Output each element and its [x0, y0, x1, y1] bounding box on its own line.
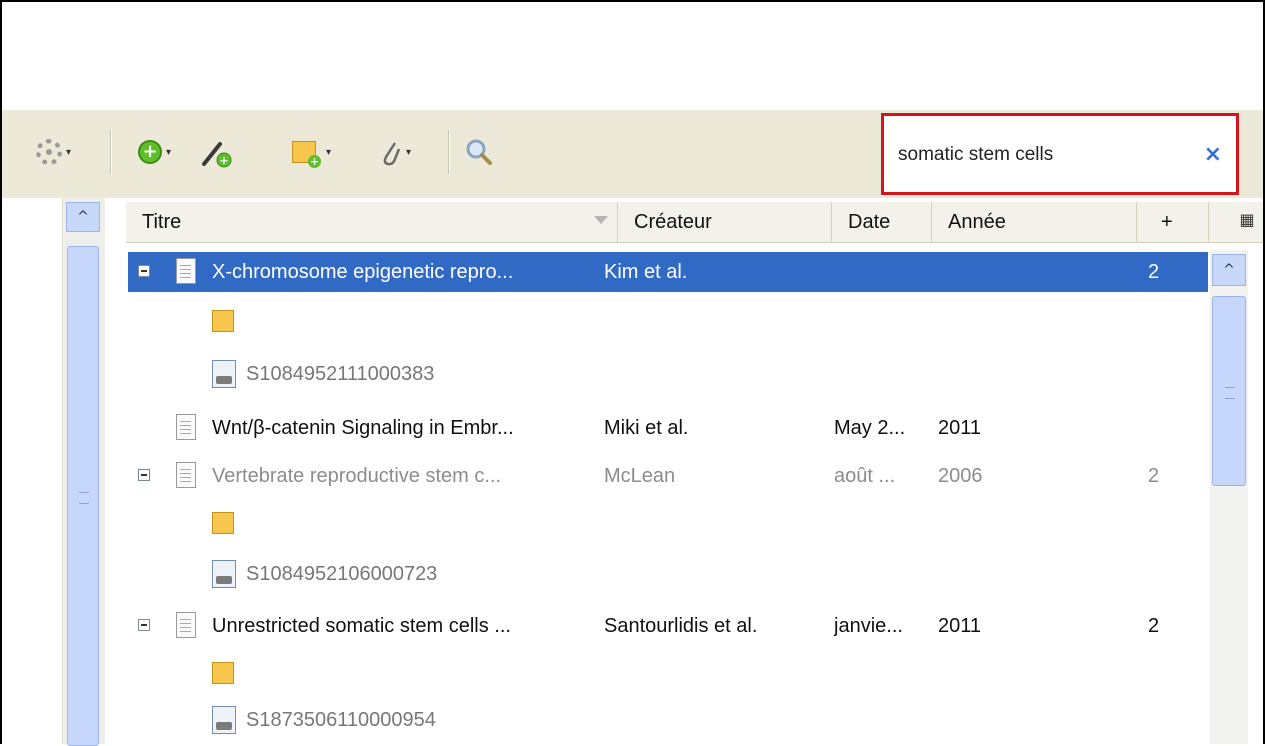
column-header-date[interactable]: Date	[832, 202, 932, 242]
add-attachment-button[interactable]: ▾	[380, 136, 411, 168]
item-date: janvie...	[834, 615, 903, 637]
item-year: 2011	[938, 615, 982, 637]
scrollbar-thumb[interactable]	[67, 246, 99, 746]
child-note-row[interactable]	[128, 654, 1208, 694]
scroll-up-button[interactable]: ^	[66, 202, 100, 232]
item-title: Wnt/β-catenin Signaling in Embr...	[212, 417, 514, 439]
note-icon	[212, 662, 234, 684]
items-list: Titre Créateur Date Année + ▦ X-chromoso…	[126, 198, 1263, 744]
item-date: May 2...	[834, 417, 906, 439]
toolbar-separator	[110, 130, 112, 174]
toolbar-separator	[448, 130, 450, 174]
dropdown-arrow-icon: ▾	[66, 146, 72, 158]
grip-icon	[1225, 387, 1235, 399]
document-icon	[176, 612, 196, 638]
document-icon	[176, 258, 196, 284]
item-date: août ...	[834, 465, 896, 487]
gear-icon	[36, 139, 62, 165]
item-title: X-chromosome epigenetic repro...	[212, 261, 514, 283]
attachment-name: S1084952111000383	[246, 363, 435, 385]
add-by-identifier-button[interactable]: +	[200, 136, 234, 168]
column-date-label: Date	[848, 211, 891, 233]
column-title-label: Titre	[142, 211, 182, 233]
document-icon	[176, 462, 196, 488]
item-row[interactable]: X-chromosome epigenetic repro... Kim et …	[128, 252, 1208, 292]
child-attachment-row[interactable]: S1873506110000954	[128, 700, 1208, 740]
item-row[interactable]: Unrestricted somatic stem cells ... Sant…	[128, 606, 1208, 646]
new-note-button[interactable]: ▾	[292, 136, 331, 168]
column-header-creator[interactable]: Créateur	[618, 202, 832, 242]
list-header: Titre Créateur Date Année + ▦	[126, 202, 1263, 243]
child-attachment-row[interactable]: S1084952111000383	[128, 354, 1208, 394]
grip-icon	[79, 492, 89, 504]
collapse-toggle-icon[interactable]	[138, 619, 150, 631]
search-highlight-box: ×	[881, 113, 1239, 195]
collapse-toggle-icon[interactable]	[138, 265, 150, 277]
search-input[interactable]	[898, 138, 1178, 172]
column-creator-label: Créateur	[634, 211, 712, 233]
actions-menu-button[interactable]: ▾	[36, 136, 71, 168]
magic-wand-icon: +	[202, 142, 232, 168]
item-year: 2006	[938, 465, 983, 487]
child-note-row[interactable]	[128, 504, 1208, 544]
item-row[interactable]: Vertebrate reproductive stem c... McLean…	[128, 456, 1208, 496]
column-picker-icon[interactable]: ▦	[1235, 210, 1259, 234]
pdf-attachment-icon	[212, 560, 236, 588]
item-title: Vertebrate reproductive stem c...	[212, 465, 502, 487]
sort-arrow-icon	[594, 216, 608, 224]
child-note-row[interactable]	[128, 302, 1208, 342]
attachment-name: S1084952106000723	[246, 563, 438, 585]
magnifier-icon	[466, 139, 492, 165]
item-creator: Santourlidis et al.	[604, 615, 758, 637]
column-notes-label: +	[1161, 211, 1173, 233]
item-notes-count: 2	[1148, 465, 1160, 487]
add-icon: +	[138, 140, 162, 164]
collapse-toggle-icon[interactable]	[138, 469, 150, 481]
item-notes-count: 2	[1148, 261, 1160, 283]
note-icon	[212, 512, 234, 534]
paperclip-icon	[383, 142, 401, 166]
list-scrollbar[interactable]: ^	[1210, 250, 1248, 744]
dropdown-arrow-icon: ▾	[166, 146, 172, 158]
item-year: 2011	[938, 417, 982, 439]
clear-search-button[interactable]: ×	[1204, 138, 1222, 172]
pdf-attachment-icon	[212, 360, 236, 388]
advanced-search-button[interactable]	[464, 136, 494, 168]
document-icon	[176, 414, 196, 440]
item-title: Unrestricted somatic stem cells ...	[212, 615, 511, 637]
dropdown-arrow-icon: ▾	[406, 146, 412, 158]
scroll-up-button[interactable]: ^	[1212, 254, 1246, 286]
scrollbar-thumb[interactable]	[1212, 296, 1246, 486]
note-icon	[292, 141, 321, 168]
item-row[interactable]: Wnt/β-catenin Signaling in Embr... Miki …	[128, 408, 1208, 448]
column-header-year[interactable]: Année	[932, 202, 1137, 242]
column-header-notes[interactable]: +	[1137, 202, 1209, 242]
dropdown-arrow-icon: ▾	[326, 146, 332, 158]
pdf-attachment-icon	[212, 706, 236, 734]
item-notes-count: 2	[1148, 615, 1160, 637]
item-creator: Kim et al.	[604, 261, 688, 283]
column-year-label: Année	[948, 211, 1006, 233]
left-pane-scrollbar[interactable]: ^	[62, 198, 105, 746]
item-creator: Miki et al.	[604, 417, 689, 439]
new-item-button[interactable]: + ▾	[138, 136, 171, 168]
svg-text:+: +	[219, 154, 228, 167]
column-header-title[interactable]: Titre	[126, 202, 618, 242]
item-creator: McLean	[604, 465, 676, 487]
note-icon	[212, 310, 234, 332]
attachment-name: S1873506110000954	[246, 709, 436, 731]
child-attachment-row[interactable]: S1084952106000723	[128, 554, 1208, 594]
